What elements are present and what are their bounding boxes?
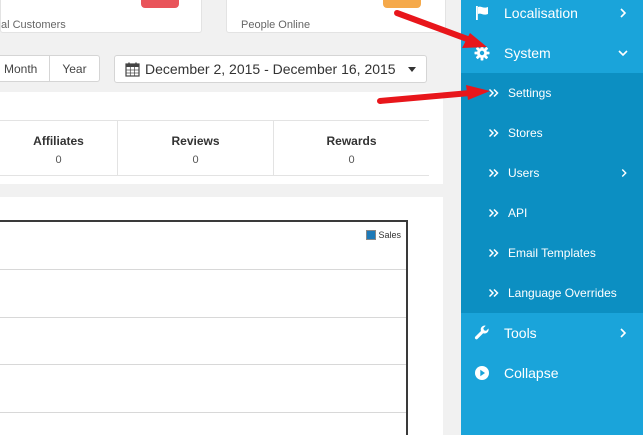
chart-legend: Sales — [366, 230, 401, 240]
sidebar-item-label: System — [504, 45, 551, 61]
submenu-item-users[interactable]: Users — [461, 153, 643, 193]
stats-panel: Affiliates 0 Reviews 0 Rewards 0 — [0, 92, 443, 184]
caret-down-icon — [408, 67, 416, 72]
sidebar-item-system[interactable]: System — [461, 33, 643, 73]
total-customers-card: al Customers — [0, 0, 202, 33]
month-button[interactable]: Month — [0, 56, 49, 81]
submenu-item-label: Email Templates — [508, 246, 596, 260]
stat-affiliates: Affiliates 0 — [0, 121, 117, 175]
date-range-picker[interactable]: December 2, 2015 - December 16, 2015 — [114, 55, 427, 83]
submenu-item-api[interactable]: API — [461, 193, 643, 233]
flag-icon — [476, 6, 488, 20]
sidebar-collapse-button[interactable]: Collapse — [461, 353, 643, 393]
submenu-item-label: API — [508, 206, 528, 220]
submenu-item-language-overrides[interactable]: Language Overrides — [461, 273, 643, 313]
total-customers-label: al Customers — [1, 19, 66, 31]
people-online-label: People Online — [241, 19, 311, 31]
chevron-right-icon — [620, 8, 627, 18]
calendar-icon — [125, 62, 140, 77]
submenu-item-email-templates[interactable]: Email Templates — [461, 233, 643, 273]
stat-affiliates-label: Affiliates — [33, 134, 84, 148]
submenu-item-label: Users — [508, 166, 540, 180]
play-circle-icon — [475, 366, 489, 380]
chart-gridline — [0, 412, 406, 413]
double-chevron-right-icon — [488, 288, 499, 298]
stat-affiliates-value: 0 — [55, 154, 62, 166]
chart-gridline — [0, 269, 406, 270]
stat-reviews-value: 0 — [192, 154, 199, 166]
sidebar-item-label: Localisation — [504, 5, 578, 21]
stat-rewards-value: 0 — [348, 154, 355, 166]
sidebar-item-label: Tools — [504, 325, 537, 341]
double-chevron-right-icon — [488, 128, 499, 138]
online-badge — [383, 0, 421, 8]
cog-icon — [474, 45, 490, 61]
submenu-item-label: Settings — [508, 86, 552, 100]
chevron-right-icon — [620, 328, 627, 338]
submenu-item-settings[interactable]: Settings — [461, 73, 643, 113]
wrench-icon — [474, 325, 489, 340]
double-chevron-right-icon — [488, 248, 499, 258]
year-button[interactable]: Year — [49, 56, 98, 81]
legend-swatch — [366, 230, 377, 240]
stat-rewards: Rewards 0 — [273, 121, 429, 175]
submenu-item-label: Language Overrides — [508, 286, 617, 300]
double-chevron-right-icon — [488, 208, 499, 218]
sales-chart: Sales — [0, 220, 408, 435]
people-online-card: People Online — [226, 0, 446, 33]
chevron-down-icon — [618, 50, 628, 57]
sidebar-nav: Localisation System Settings Stores User… — [461, 0, 643, 435]
double-chevron-right-icon — [488, 168, 499, 178]
sidebar-item-label: Collapse — [504, 365, 559, 381]
date-range-text: December 2, 2015 - December 16, 2015 — [145, 61, 396, 77]
sales-chart-panel: Sales — [0, 197, 443, 435]
chevron-right-icon — [621, 169, 627, 177]
chart-gridline — [0, 317, 406, 318]
sidebar-item-tools[interactable]: Tools — [461, 313, 643, 353]
submenu-item-stores[interactable]: Stores — [461, 113, 643, 153]
stat-reviews: Reviews 0 — [117, 121, 273, 175]
customers-badge — [141, 0, 179, 8]
stat-reviews-label: Reviews — [171, 134, 220, 148]
chart-gridline — [0, 364, 406, 365]
sidebar-item-localisation[interactable]: Localisation — [461, 0, 643, 33]
submenu-item-label: Stores — [508, 126, 543, 140]
range-button-group: Month Year — [0, 55, 100, 82]
legend-label: Sales — [378, 230, 401, 240]
double-chevron-right-icon — [488, 88, 499, 98]
system-submenu: Settings Stores Users API Email Template… — [461, 73, 643, 313]
stat-rewards-label: Rewards — [326, 134, 377, 148]
